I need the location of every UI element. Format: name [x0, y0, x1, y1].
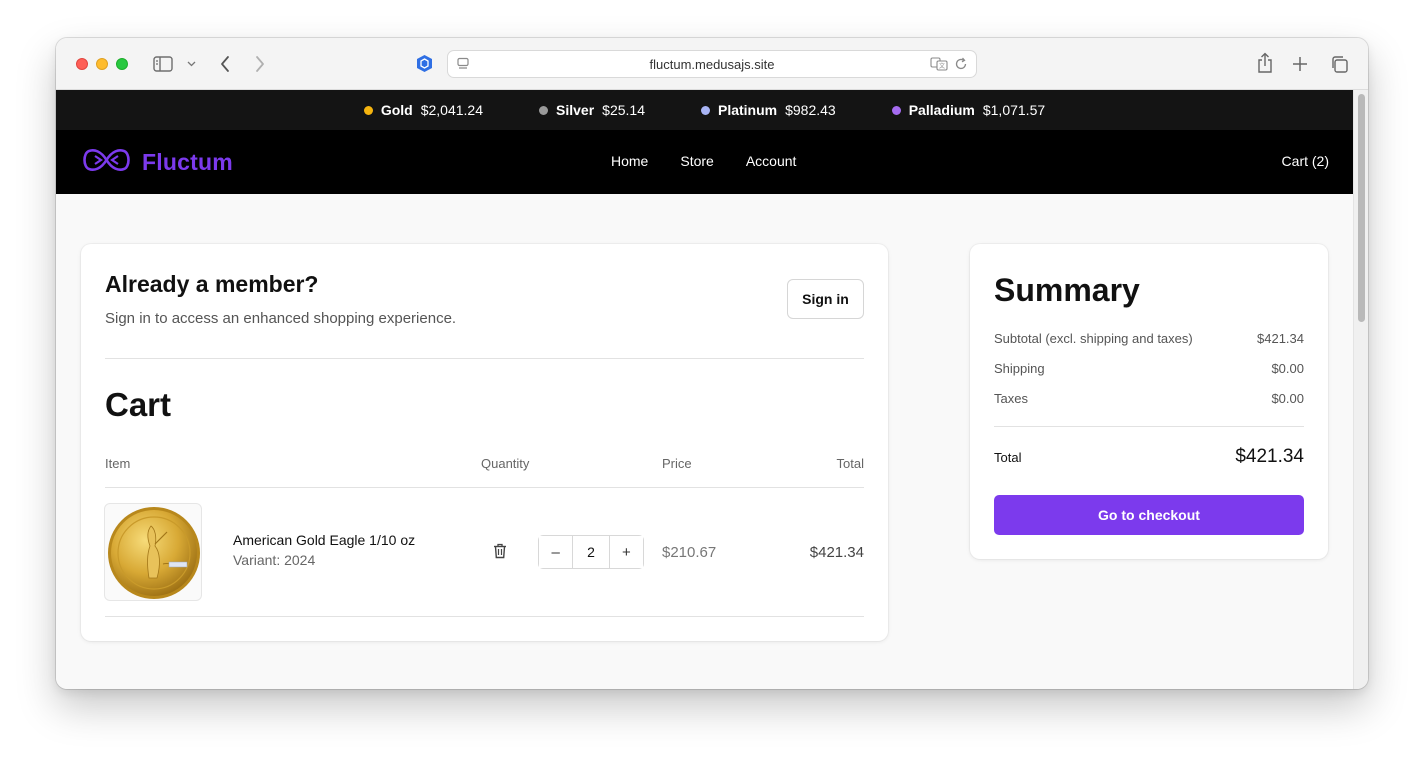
sidebar-toggle-icon[interactable]	[153, 53, 173, 75]
ticker-price: $982.43	[785, 102, 836, 118]
ticker-name: Platinum	[717, 102, 778, 118]
site-navbar: Fluctum Home Store Account Cart (2)	[56, 130, 1353, 194]
zoom-window-button[interactable]	[116, 58, 128, 70]
ticker-platinum: Platinum $982.43	[700, 102, 836, 118]
cart-heading: Cart	[105, 386, 172, 423]
ticker-name: Gold	[380, 102, 413, 118]
svg-text:文: 文	[939, 62, 945, 70]
gold-dot-icon	[363, 105, 373, 115]
share-icon[interactable]	[1256, 52, 1274, 74]
column-header-total: Total	[836, 456, 864, 471]
cart-card: Already a member? Sign in to access an e…	[81, 244, 888, 641]
product-name[interactable]: American Gold Eagle 1/10 oz	[233, 532, 415, 548]
silver-dot-icon	[539, 105, 549, 115]
browser-toolbar: fluctum.medusajs.site 文	[56, 38, 1368, 90]
column-header-item: Item	[105, 456, 131, 471]
decrease-quantity-button[interactable]: –	[539, 536, 573, 568]
total-value: $421.34	[1235, 446, 1304, 467]
checkout-button[interactable]: Go to checkout	[994, 495, 1304, 535]
ticker-price: $25.14	[602, 102, 645, 118]
ticker-silver: Silver $25.14	[539, 102, 645, 118]
divider	[105, 358, 864, 359]
ticker-palladium: Palladium $1,071.57	[891, 102, 1046, 118]
scrollbar-thumb[interactable]	[1358, 94, 1365, 322]
line-total: $421.34	[809, 544, 864, 561]
divider	[994, 426, 1304, 427]
sign-in-button[interactable]: Sign in	[787, 279, 864, 319]
infinity-logo-icon	[81, 147, 132, 178]
taxes-row: Taxes $0.00	[994, 391, 1304, 406]
total-label: Total	[994, 450, 1022, 465]
increase-quantity-button[interactable]: +	[609, 536, 643, 568]
trash-icon[interactable]	[493, 543, 507, 564]
page-scrollbar[interactable]	[1353, 90, 1368, 689]
product-thumbnail[interactable]	[104, 503, 202, 601]
ticker-price: $1,071.57	[982, 102, 1046, 118]
column-header-price: Price	[662, 456, 692, 471]
browser-window: fluctum.medusajs.site 文 Gold $2,041.24 S…	[56, 38, 1368, 689]
ticker-name: Palladium	[908, 102, 975, 118]
summary-heading: Summary	[994, 272, 1140, 308]
palladium-dot-icon	[891, 105, 901, 115]
minimize-window-button[interactable]	[96, 58, 108, 70]
metal-price-ticker: Gold $2,041.24 Silver $25.14 Platinum $9…	[56, 90, 1353, 130]
platinum-dot-icon	[700, 105, 710, 115]
reload-icon[interactable]	[954, 57, 968, 74]
ticker-name: Silver	[556, 102, 595, 118]
subtotal-row: Subtotal (excl. shipping and taxes) $421…	[994, 331, 1304, 346]
column-header-quantity: Quantity	[481, 456, 530, 471]
translate-icon[interactable]: 文	[930, 57, 948, 74]
new-tab-icon[interactable]	[1292, 53, 1308, 75]
privacy-shield-icon[interactable]	[416, 54, 433, 78]
tab-overview-icon[interactable]	[1330, 53, 1349, 75]
member-subtitle: Sign in to access an enhanced shopping e…	[105, 310, 457, 327]
gold-coin-image	[108, 507, 200, 599]
web-page: Gold $2,041.24 Silver $25.14 Platinum $9…	[56, 90, 1353, 689]
url-text: fluctum.medusajs.site	[649, 56, 775, 72]
close-window-button[interactable]	[76, 58, 88, 70]
subtotal-label: Subtotal (excl. shipping and taxes)	[994, 331, 1193, 346]
nav-link-home[interactable]: Home	[611, 153, 648, 169]
nav-link-account[interactable]: Account	[746, 153, 797, 169]
address-bar[interactable]: fluctum.medusajs.site 文	[447, 50, 977, 78]
main-menu: Home Store Account	[611, 153, 828, 169]
total-row: Total $421.34	[994, 446, 1304, 468]
taxes-value: $0.00	[1271, 391, 1304, 406]
forward-icon[interactable]	[254, 53, 266, 75]
divider	[105, 616, 864, 617]
ticker-price: $2,041.24	[420, 102, 484, 118]
page-icon	[456, 57, 470, 74]
nav-link-store[interactable]: Store	[680, 153, 713, 169]
divider	[105, 487, 864, 488]
quantity-value[interactable]: 2	[572, 536, 610, 568]
brand-logo[interactable]: Fluctum	[81, 147, 233, 178]
subtotal-value: $421.34	[1257, 331, 1304, 346]
summary-card: Summary Subtotal (excl. shipping and tax…	[970, 244, 1328, 559]
shipping-value: $0.00	[1271, 361, 1304, 376]
quantity-stepper: – 2 +	[538, 535, 644, 569]
taxes-label: Taxes	[994, 391, 1028, 406]
nav-cart-link[interactable]: Cart (2)	[1282, 153, 1329, 169]
member-heading: Already a member?	[105, 271, 319, 297]
shipping-label: Shipping	[994, 361, 1045, 376]
brand-name: Fluctum	[142, 149, 233, 175]
ticker-gold: Gold $2,041.24	[363, 102, 484, 118]
back-icon[interactable]	[219, 53, 231, 75]
shipping-row: Shipping $0.00	[994, 361, 1304, 376]
chevron-down-icon[interactable]	[187, 53, 196, 75]
product-variant: Variant: 2024	[233, 552, 316, 568]
unit-price: $210.67	[662, 544, 717, 561]
